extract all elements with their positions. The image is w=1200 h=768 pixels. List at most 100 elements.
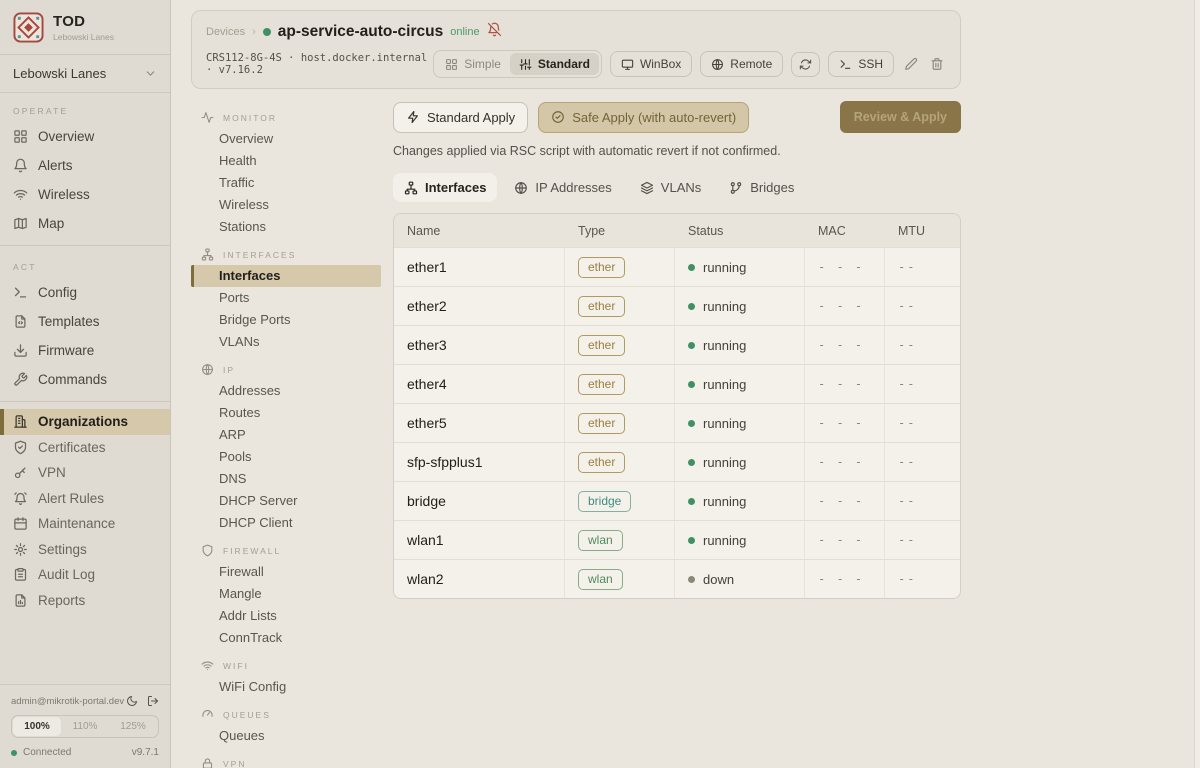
device-nav-item-vlans[interactable]: VLANs bbox=[191, 331, 381, 353]
table-row[interactable]: ether1 ether running - - - -- bbox=[394, 247, 960, 286]
device-nav-item-health[interactable]: Health bbox=[191, 150, 381, 172]
standard-apply-button[interactable]: Standard Apply bbox=[393, 102, 528, 133]
edit-device-button[interactable] bbox=[902, 55, 920, 73]
remote-button[interactable]: Remote bbox=[700, 51, 783, 77]
tab-ip-addresses[interactable]: IP Addresses bbox=[503, 173, 622, 202]
device-nav-item-pools[interactable]: Pools bbox=[191, 446, 381, 468]
sidebar-item-organizations[interactable]: Organizations bbox=[0, 409, 170, 435]
device-nav-item-arp[interactable]: ARP bbox=[191, 424, 381, 446]
table-row[interactable]: ether2 ether running - - - -- bbox=[394, 286, 960, 325]
table-row[interactable]: bridge bridge running - - - -- bbox=[394, 481, 960, 520]
sidebar-item-certificates[interactable]: Certificates bbox=[0, 435, 170, 461]
mtu-cell: -- bbox=[884, 248, 960, 286]
device-nav-item-wireless[interactable]: Wireless bbox=[191, 194, 381, 216]
device-nav-item-addresses[interactable]: Addresses bbox=[191, 380, 381, 402]
device-nav-item-traffic[interactable]: Traffic bbox=[191, 172, 381, 194]
tab-bridges[interactable]: Bridges bbox=[718, 173, 805, 202]
device-nav-item-dns[interactable]: DNS bbox=[191, 468, 381, 490]
mac-cell: - - - bbox=[804, 521, 884, 559]
zoom-option-125[interactable]: 125% bbox=[109, 717, 157, 736]
main-panel: Standard Apply Safe Apply (with auto-rev… bbox=[393, 101, 961, 768]
device-nav-header-firewall: FIREWALL bbox=[191, 540, 393, 561]
mac-cell: - - - bbox=[804, 248, 884, 286]
device-nav-item-addr-lists[interactable]: Addr Lists bbox=[191, 605, 381, 627]
device-nav-item-ports[interactable]: Ports bbox=[191, 287, 381, 309]
status-cell: running bbox=[688, 416, 746, 431]
device-nav-item-wifi-config[interactable]: WiFi Config bbox=[191, 676, 381, 698]
refresh-button[interactable] bbox=[791, 52, 820, 77]
device-nav-item-firewall[interactable]: Firewall bbox=[191, 561, 381, 583]
remote-label: Remote bbox=[730, 57, 772, 71]
tab-interfaces[interactable]: Interfaces bbox=[393, 173, 497, 202]
safe-apply-button[interactable]: Safe Apply (with auto-revert) bbox=[538, 102, 749, 133]
zoom-control: 100% 110% 125% bbox=[11, 715, 159, 738]
sidebar-item-label: Certificates bbox=[38, 440, 106, 455]
sidebar-item-templates[interactable]: Templates bbox=[0, 307, 170, 336]
sidebar-item-maintenance[interactable]: Maintenance bbox=[0, 511, 170, 537]
review-apply-button[interactable]: Review & Apply bbox=[840, 101, 961, 133]
tab-label: VLANs bbox=[661, 180, 701, 195]
sidebar-item-config[interactable]: Config bbox=[0, 278, 170, 307]
bell-slash-icon[interactable] bbox=[487, 22, 502, 42]
moon-icon[interactable] bbox=[126, 695, 138, 707]
device-nav-item-conntrack[interactable]: ConnTrack bbox=[191, 627, 381, 649]
type-badge: wlan bbox=[578, 569, 623, 590]
divider bbox=[0, 245, 170, 246]
sidebar-item-audit-log[interactable]: Audit Log bbox=[0, 562, 170, 588]
device-nav-item-mangle[interactable]: Mangle bbox=[191, 583, 381, 605]
sidebar-item-label: Map bbox=[38, 216, 64, 231]
device-nav-item-stations[interactable]: Stations bbox=[191, 216, 381, 238]
winbox-button[interactable]: WinBox bbox=[610, 51, 692, 77]
table-row[interactable]: wlan2 wlan down - - - -- bbox=[394, 559, 960, 598]
mtu-cell: -- bbox=[884, 482, 960, 520]
sidebar-item-alerts[interactable]: Alerts bbox=[0, 151, 170, 180]
table-row[interactable]: sfp-sfpplus1 ether running - - - -- bbox=[394, 442, 960, 481]
sidebar-item-alert-rules[interactable]: Alert Rules bbox=[0, 486, 170, 512]
sidebar-item-label: Overview bbox=[38, 129, 94, 144]
sidebar-item-wireless[interactable]: Wireless bbox=[0, 180, 170, 209]
tab-vlans[interactable]: VLANs bbox=[629, 173, 712, 202]
app-logo-icon bbox=[13, 12, 44, 43]
sidebar-item-vpn[interactable]: VPN bbox=[0, 460, 170, 486]
ssh-button[interactable]: SSH bbox=[828, 51, 894, 77]
table-row[interactable]: ether3 ether running - - - -- bbox=[394, 325, 960, 364]
table-row[interactable]: ether5 ether running - - - -- bbox=[394, 403, 960, 442]
status-cell: running bbox=[688, 494, 746, 509]
device-nav-item-queues[interactable]: Queues bbox=[191, 725, 381, 747]
sidebar-item-map[interactable]: Map bbox=[0, 209, 170, 238]
table-row[interactable]: ether4 ether running - - - -- bbox=[394, 364, 960, 403]
view-simple-button[interactable]: Simple bbox=[436, 53, 510, 75]
type-badge: ether bbox=[578, 413, 625, 434]
status-cell: running bbox=[688, 533, 746, 548]
wifi-icon bbox=[13, 187, 28, 202]
table-row[interactable]: wlan1 wlan running - - - -- bbox=[394, 520, 960, 559]
delete-device-button[interactable] bbox=[928, 55, 946, 73]
zoom-option-110[interactable]: 110% bbox=[61, 717, 109, 736]
sidebar-item-reports[interactable]: Reports bbox=[0, 588, 170, 614]
sidebar-item-commands[interactable]: Commands bbox=[0, 365, 170, 394]
device-nav-item-dhcp-server[interactable]: DHCP Server bbox=[191, 490, 381, 512]
calendar-icon bbox=[13, 516, 28, 531]
device-nav-item-routes[interactable]: Routes bbox=[191, 402, 381, 424]
status-dot bbox=[688, 537, 695, 544]
mtu-cell: -- bbox=[884, 443, 960, 481]
sidebar-item-overview[interactable]: Overview bbox=[0, 122, 170, 151]
building-icon bbox=[13, 414, 28, 429]
sidebar-item-settings[interactable]: Settings bbox=[0, 537, 170, 563]
device-nav-item-dhcp-client[interactable]: DHCP Client bbox=[191, 512, 381, 534]
device-nav-item-bridge-ports[interactable]: Bridge Ports bbox=[191, 309, 381, 331]
device-nav-item-overview[interactable]: Overview bbox=[191, 128, 381, 150]
scrollbar-track[interactable] bbox=[1194, 0, 1200, 768]
mac-cell: - - - bbox=[804, 365, 884, 403]
type-badge: bridge bbox=[578, 491, 631, 512]
breadcrumb[interactable]: Devices bbox=[206, 26, 245, 38]
status-cell: running bbox=[688, 299, 746, 314]
device-nav-item-interfaces[interactable]: Interfaces bbox=[191, 265, 381, 287]
sidebar-item-firmware[interactable]: Firmware bbox=[0, 336, 170, 365]
interfaces-table: Name Type Status MAC MTU ether1 ether ru… bbox=[393, 213, 961, 599]
logout-icon[interactable] bbox=[147, 695, 159, 707]
org-selector[interactable]: Lebowski Lanes bbox=[0, 54, 170, 93]
section-header-operate: OPERATE bbox=[0, 97, 170, 122]
zoom-option-100[interactable]: 100% bbox=[13, 717, 61, 736]
view-standard-button[interactable]: Standard bbox=[510, 53, 599, 75]
